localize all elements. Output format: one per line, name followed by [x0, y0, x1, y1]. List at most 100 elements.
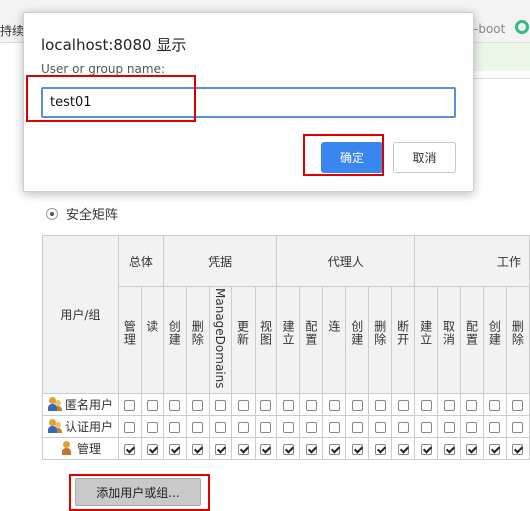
permission-checkbox[interactable]	[305, 443, 317, 455]
permission-checkbox[interactable]	[466, 421, 478, 433]
permission-checkbox[interactable]	[443, 399, 455, 411]
permission-checkbox[interactable]	[443, 443, 455, 455]
permission-cell	[505, 415, 530, 438]
permission-checkbox[interactable]	[282, 443, 294, 455]
permission-checkbox[interactable]	[489, 443, 501, 455]
permission-checkbox[interactable]	[146, 399, 158, 411]
permission-label: 视图	[258, 320, 273, 346]
permission-label: ManageDomains	[213, 288, 228, 389]
permission-label: 配置	[303, 320, 318, 346]
permission-label: 取消	[441, 320, 456, 346]
permission-checkbox[interactable]	[512, 443, 524, 455]
permission-checkbox[interactable]	[260, 421, 272, 433]
permission-label: 创建	[487, 320, 502, 346]
permission-checkbox[interactable]	[512, 421, 524, 433]
permission-checkbox[interactable]	[146, 421, 158, 433]
permission-checkbox[interactable]	[214, 421, 226, 433]
permission-checkbox[interactable]	[192, 443, 204, 455]
add-user-or-group-button[interactable]: 添加用户或组...	[75, 478, 201, 506]
permission-header: 创建	[162, 286, 187, 394]
permission-cell	[368, 415, 393, 438]
ok-button[interactable]: 确定	[321, 142, 383, 173]
group-header-agent: 代理人	[276, 235, 416, 287]
permission-checkbox[interactable]	[260, 443, 272, 455]
group-header-job: 工作	[414, 235, 530, 287]
permission-checkbox[interactable]	[214, 443, 226, 455]
permission-checkbox[interactable]	[237, 421, 249, 433]
permission-checkbox[interactable]	[124, 443, 136, 455]
permission-cell	[414, 393, 439, 416]
permission-header: 读	[140, 286, 164, 394]
permission-cell	[162, 393, 187, 416]
permission-checkbox[interactable]	[374, 443, 386, 455]
permission-checkbox[interactable]	[328, 421, 340, 433]
permission-cell	[117, 393, 142, 416]
permission-cell	[505, 437, 530, 460]
permission-checkbox[interactable]	[192, 399, 204, 411]
permission-checkbox[interactable]	[512, 399, 524, 411]
cancel-button[interactable]: 取消	[393, 142, 456, 173]
permission-cell	[208, 437, 232, 460]
permission-cell	[162, 415, 187, 438]
permission-checkbox[interactable]	[466, 443, 478, 455]
permission-checkbox[interactable]	[146, 443, 158, 455]
permission-cell	[276, 415, 301, 438]
permission-checkbox[interactable]	[374, 399, 386, 411]
permission-checkbox[interactable]	[305, 399, 317, 411]
permission-checkbox[interactable]	[489, 399, 501, 411]
permission-checkbox[interactable]	[192, 421, 204, 433]
permission-checkbox[interactable]	[351, 421, 363, 433]
user-group-icon	[47, 419, 62, 433]
permission-checkbox[interactable]	[328, 399, 340, 411]
permission-label: 删除	[190, 320, 205, 346]
permission-checkbox[interactable]	[169, 421, 181, 433]
permission-cell	[208, 415, 232, 438]
permission-checkbox[interactable]	[397, 443, 409, 455]
permission-checkbox[interactable]	[237, 399, 249, 411]
background-tab-text: 持续	[0, 24, 25, 38]
permission-cell	[140, 415, 164, 438]
radio-button[interactable]	[46, 207, 58, 220]
security-matrix-option[interactable]: 安全矩阵	[46, 204, 118, 223]
permission-header: 建立	[414, 286, 439, 394]
permission-checkbox[interactable]	[397, 421, 409, 433]
permission-cell	[368, 393, 393, 416]
user-cell: 认证用户	[42, 415, 119, 438]
permission-checkbox[interactable]	[351, 443, 363, 455]
permission-checkbox[interactable]	[374, 421, 386, 433]
user-group-icon	[47, 397, 62, 411]
permission-cell	[345, 393, 370, 416]
permission-label: 配置	[464, 320, 479, 346]
permission-checkbox[interactable]	[305, 421, 317, 433]
permission-label: 删除	[510, 320, 525, 346]
permission-checkbox[interactable]	[466, 399, 478, 411]
permission-checkbox[interactable]	[328, 443, 340, 455]
permission-checkbox[interactable]	[489, 421, 501, 433]
permission-checkbox[interactable]	[443, 421, 455, 433]
permission-checkbox[interactable]	[397, 399, 409, 411]
permission-checkbox[interactable]	[169, 443, 181, 455]
permission-checkbox[interactable]	[124, 421, 136, 433]
permission-checkbox[interactable]	[420, 421, 432, 433]
permission-checkbox[interactable]	[169, 399, 181, 411]
permission-header: 断开	[391, 286, 416, 394]
permission-checkbox[interactable]	[282, 421, 294, 433]
permission-checkbox[interactable]	[420, 399, 432, 411]
permission-cell	[368, 437, 393, 460]
user-name-input[interactable]	[41, 87, 456, 118]
permission-label: 断开	[395, 320, 410, 346]
permission-cell	[437, 437, 461, 460]
permission-checkbox[interactable]	[282, 399, 294, 411]
permission-cell	[230, 415, 256, 438]
permission-checkbox[interactable]	[260, 399, 272, 411]
permission-header: 删除	[368, 286, 393, 394]
permission-cell	[414, 437, 439, 460]
permission-checkbox[interactable]	[237, 443, 249, 455]
permission-cell	[437, 393, 461, 416]
permission-checkbox[interactable]	[420, 443, 432, 455]
permission-checkbox[interactable]	[214, 399, 226, 411]
permission-checkbox[interactable]	[124, 399, 136, 411]
group-header-credentials: 凭据	[162, 235, 278, 287]
permission-cell	[459, 437, 484, 460]
permission-checkbox[interactable]	[351, 399, 363, 411]
